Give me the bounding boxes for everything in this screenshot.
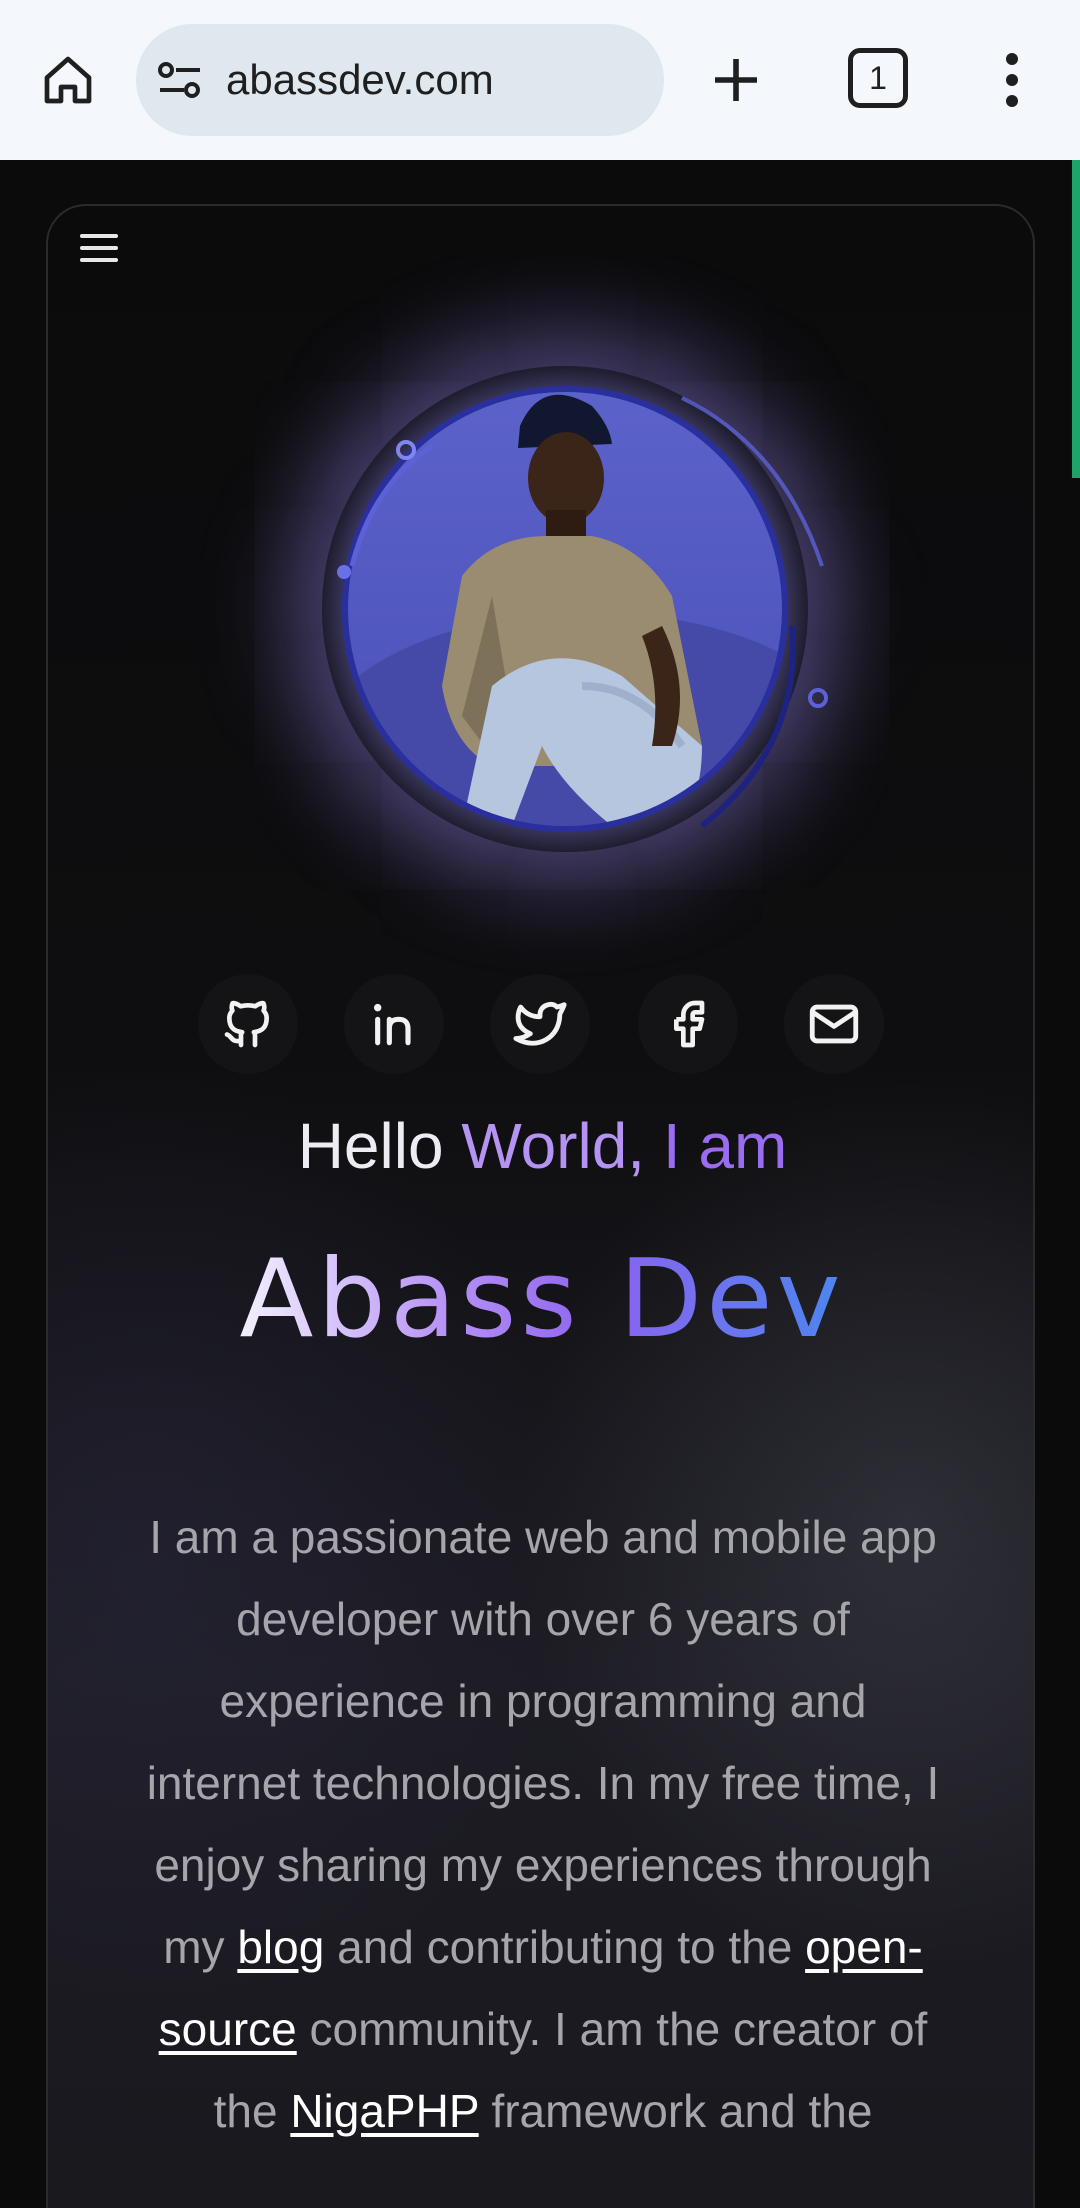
address-bar[interactable]: abassdev.com [136, 24, 664, 136]
hero-name-graphic: Abass Dev [239, 1237, 844, 1362]
url-text: abassdev.com [226, 56, 494, 103]
facebook-link[interactable] [638, 974, 738, 1074]
nigaphp-link[interactable]: NigaPHP [290, 2085, 478, 2137]
hero-name: Abass Dev [48, 1236, 1037, 1395]
avatar [282, 326, 848, 892]
linkedin-icon [373, 1003, 411, 1046]
nav-menu-button[interactable] [80, 230, 118, 266]
page-viewport: Hello World, I am Abass Dev I am a passi… [0, 160, 1080, 2208]
blog-link[interactable]: blog [237, 1921, 324, 1973]
email-link[interactable] [784, 974, 884, 1074]
browser-menu-button[interactable] [990, 48, 1034, 112]
hamburger-icon [80, 234, 118, 238]
profile-card: Hello World, I am Abass Dev I am a passi… [46, 204, 1035, 2208]
greeting-heading: Hello World, I am [48, 1106, 1037, 1186]
avatar-orbit-decoration [337, 396, 828, 829]
tab-switcher-button[interactable]: 1 [848, 48, 908, 108]
home-button[interactable] [36, 48, 100, 112]
social-links [48, 974, 1037, 1074]
bio-text-1: I am a passionate web and mobile app dev… [146, 1511, 940, 1973]
bio-text-4: framework and the [478, 2085, 873, 2137]
greeting-world: World, [461, 1110, 646, 1182]
home-icon [44, 56, 92, 104]
bio-paragraph: I am a passionate web and mobile app dev… [138, 1496, 948, 2152]
svg-text:Abass Dev: Abass Dev [239, 1237, 844, 1362]
greeting-i-am: I am [662, 1110, 788, 1182]
github-icon [224, 1000, 269, 1048]
plus-icon [715, 59, 757, 101]
github-link[interactable] [198, 974, 298, 1074]
new-tab-button[interactable] [702, 46, 770, 114]
mail-icon [809, 1004, 859, 1044]
site-settings-icon[interactable] [156, 60, 204, 100]
twitter-link[interactable] [490, 974, 590, 1074]
facebook-icon [674, 1000, 705, 1048]
tab-count: 1 [869, 59, 887, 96]
linkedin-link[interactable] [344, 974, 444, 1074]
more-vert-icon [1006, 52, 1018, 65]
browser-toolbar: abassdev.com 1 [0, 0, 1080, 160]
scroll-indicator [1072, 160, 1080, 478]
greeting-hello: Hello [297, 1110, 444, 1182]
twitter-icon [513, 1002, 567, 1046]
bio-text-2: and contributing to the [324, 1921, 806, 1973]
